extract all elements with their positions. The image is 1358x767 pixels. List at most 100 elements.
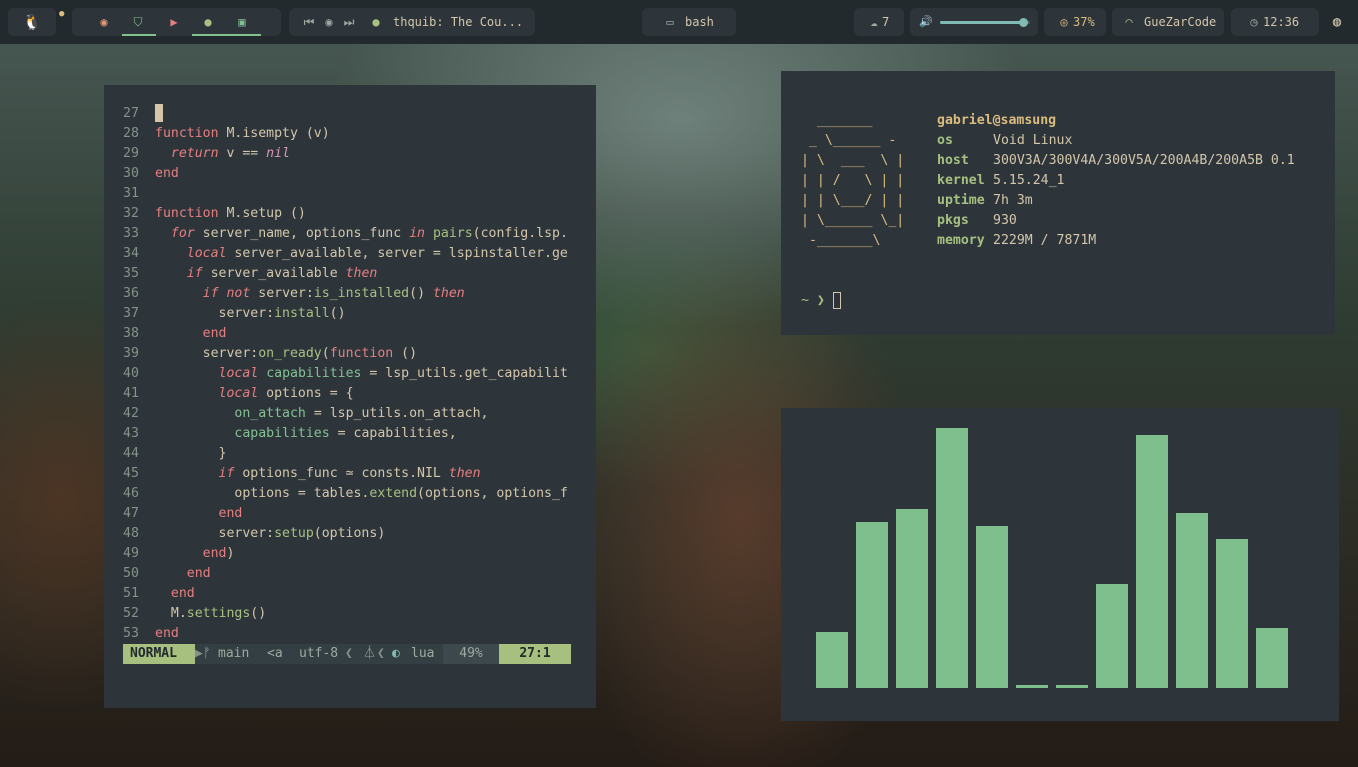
- info-value: 2229M / 7871M: [993, 233, 1097, 248]
- mode-indicator: NORMAL: [123, 644, 195, 664]
- info-value: Void Linux: [993, 133, 1073, 148]
- shell-prompt: ~ ❯: [801, 293, 825, 308]
- code-area[interactable]: 27 28 function M.isempty (v) 29 return v =…: [123, 104, 568, 644]
- line-number: 27: [123, 106, 139, 121]
- visualizer-bar: [1016, 685, 1048, 688]
- volume-knob[interactable]: [1018, 18, 1028, 27]
- active-indicator-2: [192, 34, 226, 36]
- mode-separator: ▶: [195, 646, 203, 661]
- now-playing[interactable]: thquib: The Cou...: [393, 8, 523, 36]
- scroll-percent: 49%: [443, 644, 499, 664]
- terminal-icon[interactable]: ▣: [228, 8, 256, 36]
- code-line: 46 options = tables.extend(options, opti…: [123, 484, 568, 504]
- line-number: 30: [123, 166, 139, 181]
- code-line: 36 if not server:is_installed() then: [123, 284, 568, 304]
- play-pause-icon[interactable]: ◉: [321, 8, 337, 36]
- code-text: end: [155, 166, 179, 181]
- visualizer-bar: [816, 632, 848, 688]
- tux-icon: 🐧: [22, 13, 42, 31]
- logo-line: | | \___/ | |: [801, 193, 905, 208]
- logo-line: _______: [801, 113, 873, 128]
- updates-pill[interactable]: ☁ 7: [854, 8, 904, 36]
- info-key: uptime: [937, 193, 985, 208]
- launcher-button[interactable]: 🐧: [8, 8, 56, 36]
- line-number: 52: [123, 606, 139, 621]
- volume-fill: [940, 21, 1023, 24]
- visualizer-bar: [1216, 538, 1248, 688]
- text-cursor: [155, 104, 163, 122]
- info-value: 300V3A/300V4A/300V5A/200A4B/200A5B 0.1: [993, 153, 1295, 168]
- terminal-cursor: [833, 292, 841, 309]
- line-number: 41: [123, 386, 139, 401]
- window-title-pill: ▭ bash: [642, 8, 736, 36]
- code-line: 29 return v == nil: [123, 144, 568, 164]
- code-text: function M.isempty (v): [155, 126, 330, 141]
- media-player: ⏮ ◉ ⏭ ● thquib: The Cou...: [289, 8, 535, 36]
- info-key: kernel: [937, 173, 985, 188]
- code-line: 52 M.settings(): [123, 604, 568, 624]
- line-number: 39: [123, 346, 139, 361]
- code-line: 37 server:install(): [123, 304, 568, 324]
- clock-pill[interactable]: ◷ 12:36: [1231, 8, 1319, 36]
- logo-line: | \______ \_|: [801, 213, 905, 228]
- firefox-icon[interactable]: ◉: [90, 8, 118, 36]
- line-number: 36: [123, 286, 139, 301]
- user-host: gabriel@samsung: [937, 113, 1057, 128]
- clock-icon: ◷: [1250, 15, 1258, 29]
- visualizer-bar: [1136, 434, 1168, 688]
- line-number: 32: [123, 206, 139, 221]
- logo-line: -_______\: [801, 233, 881, 248]
- wifi-pill[interactable]: ◠ GueZarCode: [1112, 8, 1224, 36]
- branch-icon: ᚠ: [203, 646, 211, 661]
- shield-icon[interactable]: ⛉: [124, 8, 152, 36]
- line-number: 45: [123, 466, 139, 481]
- volume-slider[interactable]: [940, 18, 1030, 27]
- prev-icon[interactable]: ⏮: [301, 8, 317, 36]
- line-number: 49: [123, 546, 139, 561]
- window-icon: ▭: [666, 15, 674, 29]
- info-value: 7h 3m: [993, 193, 1033, 208]
- logo-line: | | / \ | |: [801, 173, 905, 188]
- separator-1: ❮: [345, 646, 353, 661]
- spotify-icon: ●: [372, 15, 380, 29]
- tux-icon: ⏃: [363, 646, 377, 661]
- visualizer-bar: [856, 521, 888, 688]
- youtube-icon[interactable]: ▶: [160, 8, 188, 36]
- line-number: 46: [123, 486, 139, 501]
- separator-2: ❮: [377, 646, 385, 661]
- logo-line: | \ ___ \ |: [801, 153, 905, 168]
- cloud-icon: ☁: [870, 15, 878, 29]
- code-line: 49 end): [123, 544, 568, 564]
- code-line: 31: [123, 184, 568, 204]
- code-text: }: [155, 446, 227, 461]
- code-line: 47 end: [123, 504, 568, 524]
- code-text: local server_available, server = lspinst…: [186, 246, 568, 261]
- code-line: 48 server:setup(options): [123, 524, 568, 544]
- spotify-icon[interactable]: ●: [194, 8, 222, 36]
- line-number: 31: [123, 186, 139, 201]
- encoding: utf-8: [299, 646, 339, 661]
- code-text: server:on_ready(function (): [155, 346, 418, 361]
- wifi-ssid: GueZarCode: [1144, 15, 1217, 29]
- logo-line: _ \______ -: [801, 133, 897, 148]
- code-text: end): [202, 546, 235, 561]
- info-key: host: [937, 153, 969, 168]
- code-text: options = tables.extend(options, options…: [155, 486, 568, 501]
- line-number: 29: [123, 146, 139, 161]
- filetype: lua: [411, 646, 435, 661]
- discord-icon[interactable]: ◍: [1326, 8, 1348, 36]
- code-text: if not server:is_installed() then: [202, 286, 465, 301]
- line-number: 53: [123, 626, 139, 641]
- code-line: 39 server:on_ready(function (): [123, 344, 568, 364]
- info-value: 5.15.24_1: [993, 173, 1065, 188]
- info-key: os: [937, 133, 953, 148]
- code-text: function M.setup (): [155, 206, 306, 221]
- git-branch: main: [218, 646, 250, 661]
- cursor-position: 27:1: [499, 644, 571, 664]
- next-icon[interactable]: ⏭: [341, 8, 357, 36]
- code-text: on_attach = lsp_utils.on_attach,: [234, 406, 489, 421]
- code-text: end: [155, 626, 179, 641]
- volume-icon[interactable]: 🔊: [918, 8, 934, 36]
- active-indicator: [122, 34, 156, 36]
- window-title: bash: [685, 15, 714, 29]
